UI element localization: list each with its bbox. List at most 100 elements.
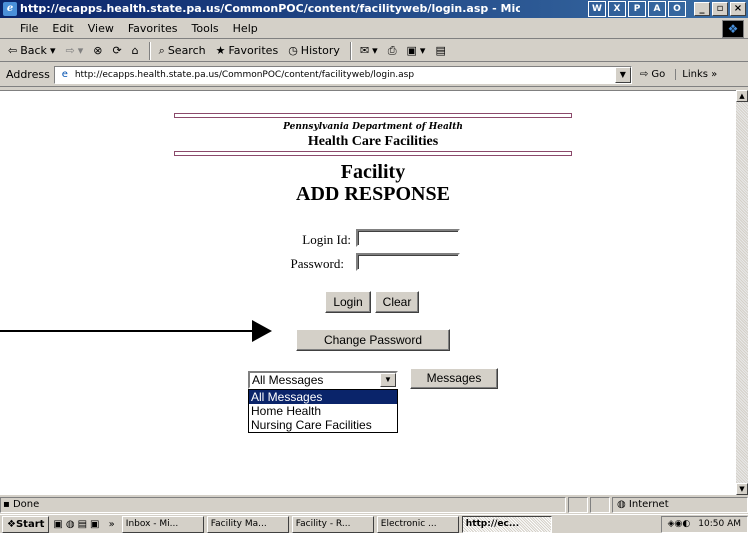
close-button[interactable]: × bbox=[730, 2, 746, 16]
taskbar-item-browser[interactable]: http://ec... bbox=[461, 515, 552, 533]
scroll-down-icon[interactable]: ▼ bbox=[736, 483, 748, 495]
home-button[interactable]: ⌂ bbox=[132, 44, 139, 57]
chevron-down-icon: ▾ bbox=[77, 44, 84, 57]
pointer-arrow-line bbox=[0, 330, 258, 332]
history-icon: ◷ bbox=[288, 44, 298, 57]
start-button[interactable]: ❖Start bbox=[2, 515, 50, 533]
messages-select[interactable]: All Messages ▼ bbox=[248, 371, 398, 389]
address-label: Address bbox=[6, 68, 50, 81]
chevron-down-icon: ▾ bbox=[419, 44, 426, 57]
agency-name: Pennsylvania Department of Health bbox=[283, 122, 463, 132]
search-button[interactable]: ⌕ Search bbox=[159, 44, 206, 58]
status-pane bbox=[568, 497, 588, 513]
address-bar: Address e http://ecapps.health.state.pa.… bbox=[0, 63, 748, 87]
forward-button[interactable]: ⇨ ▾ bbox=[65, 44, 83, 57]
login-id-label: Login Id: bbox=[302, 232, 351, 247]
discuss-button[interactable]: ▤ bbox=[435, 44, 445, 57]
favorites-label: Favorites bbox=[228, 44, 279, 57]
forward-arrow-icon: ⇨ bbox=[65, 44, 75, 57]
go-arrow-icon: ⇨ bbox=[639, 69, 649, 80]
clear-button[interactable]: Clear bbox=[375, 291, 419, 313]
taskbar-item-facility-r[interactable]: Facility - R... bbox=[291, 515, 374, 533]
window-title-bar[interactable]: e http://ecapps.health.state.pa.us/Common… bbox=[0, 0, 748, 18]
clock: 10:50 AM bbox=[698, 518, 741, 529]
login-id-input[interactable] bbox=[356, 229, 460, 247]
menu-favorites[interactable]: Favorites bbox=[128, 22, 178, 35]
chevron-down-icon[interactable]: ▼ bbox=[380, 373, 396, 387]
favorites-button[interactable]: ★ Favorites bbox=[216, 44, 279, 57]
tray-icons[interactable]: ◈◉◐ bbox=[668, 517, 691, 532]
mail-button[interactable]: ✉ ▾ bbox=[360, 44, 378, 57]
window-controls: _ ▫ × bbox=[694, 2, 746, 16]
history-button[interactable]: ◷ History bbox=[288, 44, 340, 57]
edit-button[interactable]: ▣ ▾ bbox=[407, 44, 426, 57]
menu-tools[interactable]: Tools bbox=[192, 22, 219, 35]
taskbar-item-facility-ma[interactable]: Facility Ma... bbox=[206, 515, 289, 533]
discuss-icon: ▤ bbox=[435, 44, 446, 57]
search-label: Search bbox=[167, 44, 206, 57]
minimize-button[interactable]: _ bbox=[694, 2, 710, 16]
taskbar-item-inbox[interactable]: Inbox - Mi... bbox=[121, 515, 204, 533]
messages-button[interactable]: Messages bbox=[410, 368, 498, 389]
globe-icon: ◍ bbox=[617, 499, 626, 510]
dropdown-option[interactable]: Nursing Care Facilities bbox=[249, 418, 397, 432]
mail-icon: ✉ bbox=[359, 44, 370, 57]
change-password-button[interactable]: Change Password bbox=[296, 329, 450, 351]
menu-file[interactable]: File bbox=[20, 22, 38, 35]
go-label: Go bbox=[651, 69, 666, 80]
password-label: Password: bbox=[290, 256, 344, 271]
chevron-down-icon: ▾ bbox=[49, 44, 56, 57]
menu-help[interactable]: Help bbox=[233, 22, 258, 35]
back-button[interactable]: ⇦ Back ▾ bbox=[8, 44, 55, 57]
menu-edit[interactable]: Edit bbox=[52, 22, 73, 35]
powerpoint-icon[interactable]: P bbox=[628, 1, 646, 17]
refresh-button[interactable]: ⟳ bbox=[112, 44, 121, 57]
word-icon[interactable]: W bbox=[588, 1, 606, 17]
vertical-scrollbar[interactable]: ▲ ▼ bbox=[736, 90, 748, 495]
page-icon: e bbox=[61, 68, 68, 80]
quick-launch-icons[interactable]: ▣◍▤▣ » bbox=[53, 519, 117, 530]
taskbar: ❖Start ▣◍▤▣ » Inbox - Mi... Facility Ma.… bbox=[0, 514, 748, 533]
history-label: History bbox=[300, 44, 340, 57]
page-title-line1: Facility bbox=[340, 161, 406, 183]
window-title: http://ecapps.health.state.pa.us/CommonP… bbox=[20, 2, 520, 15]
dropdown-option[interactable]: Home Health bbox=[249, 404, 397, 418]
go-button[interactable]: ⇨ Go bbox=[640, 69, 665, 80]
menu-view[interactable]: View bbox=[88, 22, 114, 35]
internet-explorer-icon: e bbox=[3, 2, 17, 16]
taskbar-item-electronic[interactable]: Electronic ... bbox=[376, 515, 459, 533]
status-bar: ▪ Done ◍ Internet bbox=[0, 497, 748, 513]
header-rule-bottom bbox=[174, 151, 572, 156]
page-content: Pennsylvania Department of Health Health… bbox=[0, 90, 736, 495]
refresh-icon: ⟳ bbox=[112, 44, 122, 57]
maximize-button[interactable]: ▫ bbox=[712, 2, 728, 16]
password-input[interactable] bbox=[356, 253, 460, 271]
title-bar-app-icons: W X P A O bbox=[588, 1, 686, 17]
toolbar-separator bbox=[148, 41, 151, 60]
section-title: Health Care Facilities bbox=[307, 134, 439, 149]
address-url: http://ecapps.health.state.pa.us/CommonP… bbox=[74, 69, 415, 80]
outlook-icon[interactable]: O bbox=[668, 1, 686, 17]
page-done-icon: ▪ bbox=[3, 499, 10, 510]
favorites-icon: ★ bbox=[215, 44, 226, 57]
excel-icon[interactable]: X bbox=[608, 1, 626, 17]
dropdown-option[interactable]: All Messages bbox=[249, 390, 397, 404]
home-icon: ⌂ bbox=[131, 44, 139, 57]
back-arrow-icon: ⇦ bbox=[8, 44, 18, 57]
page-title-line2: ADD RESPONSE bbox=[296, 183, 450, 205]
start-label: Start bbox=[15, 518, 45, 530]
login-button[interactable]: Login bbox=[325, 291, 371, 313]
standard-toolbar: ⇦ Back ▾ ⇨ ▾ ⊗ ⟳ ⌂ ⌕ Search ★ Favorites ◷ Hist… bbox=[0, 40, 748, 62]
address-input[interactable]: e http://ecapps.health.state.pa.us/Commo… bbox=[53, 65, 632, 84]
system-tray: ◈◉◐ 10:50 AM bbox=[660, 515, 748, 533]
messages-dropdown-list: All Messages Home Health Nursing Care Fa… bbox=[248, 389, 398, 433]
access-icon[interactable]: A bbox=[648, 1, 666, 17]
links-button[interactable]: Links » bbox=[675, 69, 717, 80]
chevron-down-icon: ▾ bbox=[372, 44, 378, 57]
pointer-arrow-icon bbox=[252, 320, 272, 342]
print-button[interactable]: ⎙ bbox=[388, 44, 397, 58]
scroll-up-icon[interactable]: ▲ bbox=[736, 90, 748, 102]
address-dropdown-button[interactable]: ▼ bbox=[614, 66, 631, 83]
printer-icon: ⎙ bbox=[387, 43, 397, 57]
stop-button[interactable]: ⊗ bbox=[93, 44, 102, 57]
